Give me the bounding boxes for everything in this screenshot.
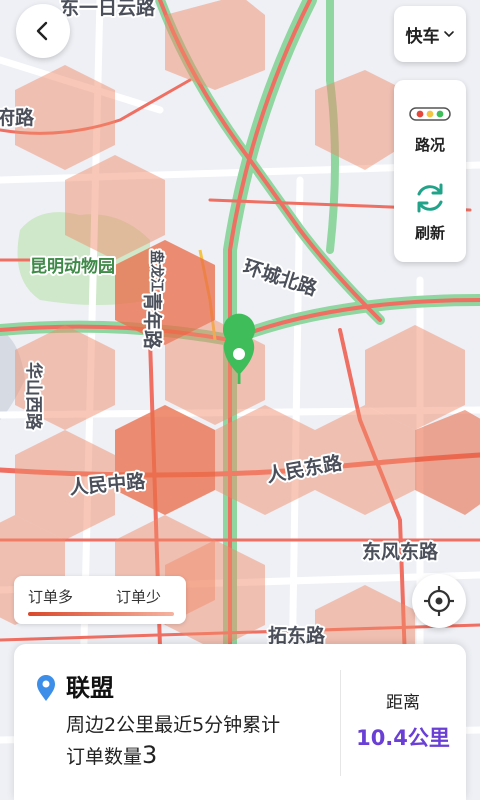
refresh-button[interactable]: 刷新 (394, 180, 466, 243)
map-label: 青年路 (141, 292, 164, 350)
legend-less-label: 订单少 (116, 588, 162, 606)
description-line2-text: 订单数量 (66, 746, 143, 768)
distance-value: 10.4公里 (356, 726, 450, 750)
map-label: 华山西路 (23, 362, 44, 431)
hotspot-info-card: 联盟 周边2公里最近5分钟累计 订单数量3 距离 10.4公里 (14, 644, 466, 800)
legend-more-label: 订单多 (28, 588, 74, 606)
legend-gradient-bar (28, 612, 174, 616)
traffic-label: 路况 (414, 136, 445, 154)
map-label: 东一日云路 (60, 0, 156, 19)
refresh-label: 刷新 (414, 224, 445, 242)
map-label: 东风东路 (362, 540, 439, 563)
back-button[interactable] (16, 4, 70, 58)
ride-mode-selector[interactable]: 快车 (394, 6, 466, 62)
description-line1: 周边2公里最近5分钟累计 (66, 714, 281, 736)
order-count: 3 (142, 741, 158, 769)
map-label: 盘龙江 (148, 250, 165, 292)
crosshair-icon (424, 586, 454, 616)
map-label: 昆明动物园 (30, 256, 115, 277)
distance-label: 距离 (386, 693, 420, 713)
traffic-toggle[interactable]: 路况 (394, 106, 466, 155)
location-pin-icon (37, 675, 55, 701)
description-line2: 订单数量3 (66, 740, 338, 772)
order-density-legend: 订单多 订单少 (14, 576, 186, 624)
chevron-down-icon (443, 31, 454, 38)
order-description: 周边2公里最近5分钟累计 订单数量3 (66, 710, 338, 772)
traffic-light-icon (409, 107, 451, 121)
map-tools-panel: 路况 刷新 (394, 80, 466, 262)
refresh-icon (417, 183, 443, 213)
locate-button[interactable] (412, 574, 466, 628)
chevron-left-icon (36, 21, 48, 41)
place-name: 联盟 (66, 674, 114, 702)
map-label: 府路 (0, 106, 35, 129)
ride-mode-label: 快车 (405, 26, 440, 47)
